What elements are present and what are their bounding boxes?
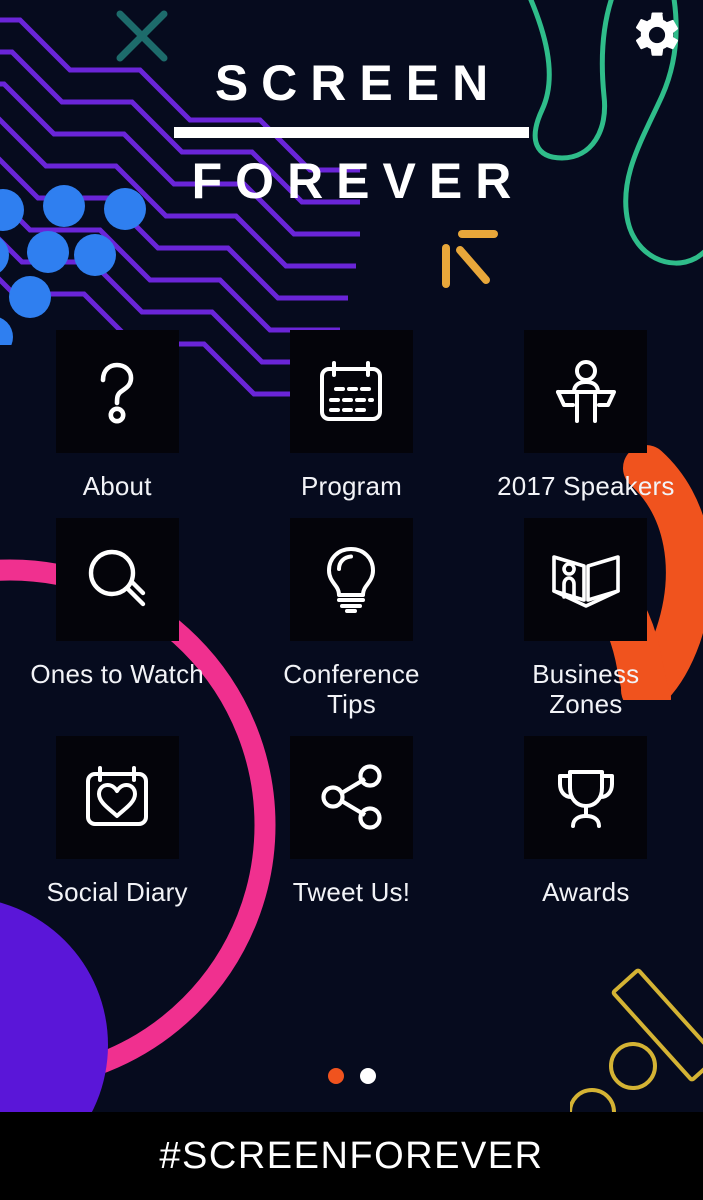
menu-item-tweet-us[interactable]: Tweet Us! (234, 735, 468, 908)
awards-tile-icon-box (524, 735, 648, 859)
footer-bar: #SCREENFOREVER (0, 1112, 703, 1200)
menu-item-ones-to-watch[interactable]: Ones to Watch (0, 517, 234, 720)
brand-line-screen: SCREEN (214, 55, 502, 111)
speaker-podium-icon (555, 359, 616, 423)
footer-hashtag: #SCREENFOREVER (159, 1134, 544, 1177)
ones-to-watch-tile-icon-box (55, 517, 179, 641)
menu-item-business-zones[interactable]: Business Zones (469, 517, 703, 720)
business-zones-tile-icon-box (524, 517, 648, 641)
menu-item-label: Awards (542, 876, 630, 907)
page-dot-2[interactable] (359, 1068, 376, 1084)
program-tile-icon-box (289, 330, 413, 453)
menu-grid: About Program 2017 Speakers Ones to Watc… (0, 330, 703, 908)
magnifying-glass-icon (88, 550, 146, 607)
exhibition-booth-icon (552, 555, 620, 609)
lightbulb-icon (327, 547, 376, 614)
menu-item-awards[interactable]: Awards (469, 735, 703, 908)
brand-line-forever: FOREVER (191, 153, 525, 209)
menu-item-label: Business Zones (532, 658, 640, 719)
social-diary-tile-icon-box (55, 735, 179, 859)
calendar-heart-icon (86, 766, 149, 827)
menu-item-program[interactable]: Program (234, 330, 468, 502)
header: SCREEN FOREVER (0, 0, 703, 300)
menu-item-about[interactable]: About (0, 330, 234, 502)
tweet-us-tile-icon-box (289, 735, 413, 859)
calendar-icon (320, 360, 383, 421)
gear-icon (635, 12, 679, 56)
menu-item-label: Program (300, 471, 403, 501)
brand-title: SCREEN FOREVER (0, 58, 703, 206)
speakers-tile-icon-box (524, 330, 648, 453)
menu-item-label: 2017 Speakers (497, 471, 675, 501)
menu-item-label: About (82, 471, 152, 501)
menu-item-label: Tweet Us! (292, 876, 411, 907)
brand-divider (174, 127, 529, 138)
page-indicator (0, 1068, 703, 1084)
menu-item-conference-tips[interactable]: Conference Tips (234, 517, 468, 720)
app-root: SCREEN FOREVER About Program 2017 Speake… (0, 0, 703, 1200)
question-mark-icon (100, 362, 134, 423)
menu-item-social-diary[interactable]: Social Diary (0, 735, 234, 908)
yellow-shapes-decoration (570, 968, 703, 1120)
about-tile-icon-box (55, 330, 179, 453)
menu-item-label: Conference Tips (283, 658, 420, 719)
menu-item-label: Ones to Watch (30, 658, 204, 689)
page-dot-1[interactable] (327, 1068, 344, 1084)
menu-item-label: Social Diary (46, 876, 188, 907)
settings-button[interactable] (629, 7, 685, 63)
trophy-icon (557, 770, 614, 829)
conference-tips-tile-icon-box (289, 517, 413, 641)
share-icon (321, 764, 383, 830)
menu-item-2017-speakers[interactable]: 2017 Speakers (469, 330, 703, 502)
